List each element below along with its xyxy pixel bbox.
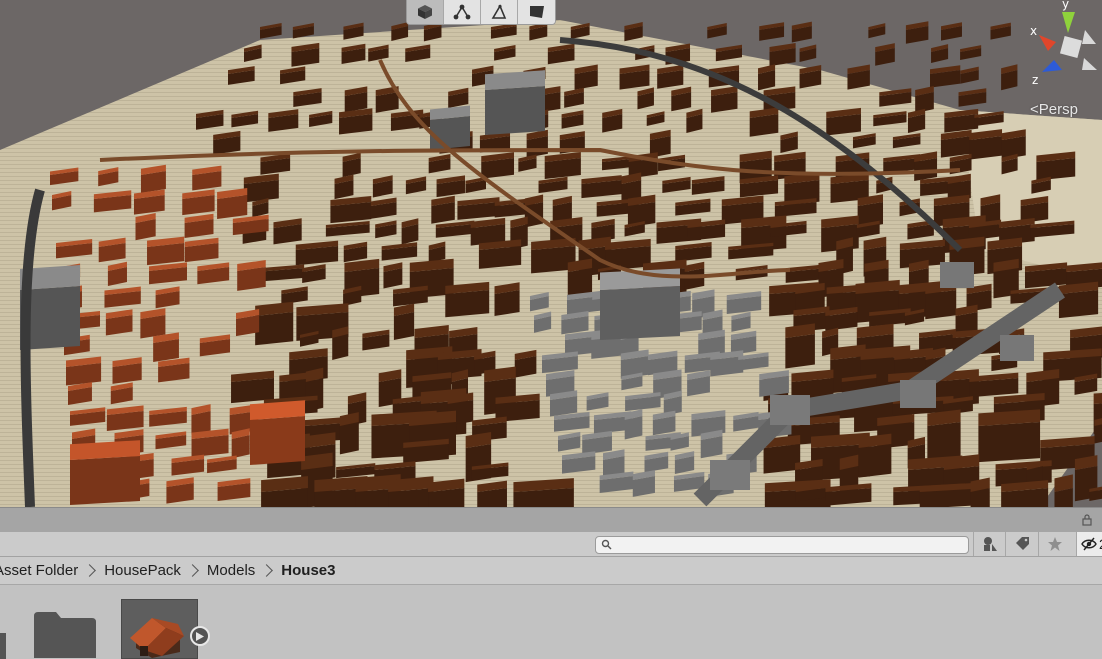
node-graph-button[interactable] [444, 0, 481, 24]
cube-mode-icon [418, 5, 432, 19]
filter-by-type-icon [983, 537, 997, 551]
gizmo-x-label: x [1030, 24, 1037, 38]
search-input[interactable] [616, 537, 961, 553]
project-toolbar: 2 [0, 532, 1102, 557]
expand-model-button[interactable] [190, 626, 210, 646]
breadcrumb-asset-folder[interactable]: Asset Folder [0, 562, 78, 579]
play-icon [196, 631, 204, 641]
search-field[interactable] [595, 536, 969, 554]
gizmo-center-cube[interactable] [1059, 35, 1083, 59]
hidden-packages-toggle[interactable]: 2 [1076, 532, 1102, 556]
flag-icon [529, 6, 544, 18]
gizmo-neg-x-cone[interactable] [1082, 30, 1096, 44]
folder-icon[interactable] [34, 612, 96, 658]
pen-tool-button[interactable] [481, 0, 518, 24]
project-window: 2 Asset Folder HousePack Models House3 [0, 507, 1102, 659]
asset-grid [0, 585, 1102, 659]
chevron-right-icon [83, 564, 97, 577]
search-by-label-button[interactable] [1005, 532, 1037, 556]
chevron-right-icon [186, 564, 199, 577]
scene-view[interactable]: y x z <Persp [0, 0, 1102, 507]
lock-icon[interactable] [1082, 514, 1092, 526]
camera-mode-text: Persp [1038, 101, 1078, 118]
flag-button[interactable] [518, 0, 555, 24]
gizmo-y-cone[interactable] [1062, 12, 1075, 33]
search-by-type-button[interactable] [973, 532, 1005, 556]
house-model-thumbnail [130, 618, 184, 658]
breadcrumb-models[interactable]: Models [207, 562, 255, 579]
search-icon [601, 539, 612, 550]
eye-slash-icon [1081, 537, 1097, 551]
gizmo-x-cone[interactable] [1039, 35, 1056, 51]
gizmo-y-label: y [1062, 0, 1069, 11]
favorites-button[interactable] [1038, 532, 1070, 556]
gizmo-neg-z-cone[interactable] [1082, 58, 1097, 70]
persp-label[interactable]: <Persp [1030, 101, 1078, 118]
gizmo-z-label: z [1032, 73, 1038, 87]
folder-icon[interactable] [0, 625, 6, 659]
house3-model-item[interactable] [121, 599, 198, 659]
pen-tool-icon [491, 4, 507, 19]
node-graph-icon [453, 4, 471, 20]
star-icon [1047, 537, 1062, 551]
tag-icon [1015, 537, 1029, 550]
cube-mode-button[interactable] [407, 0, 444, 24]
chevron-right-icon [260, 564, 274, 577]
gizmo-z-cone[interactable] [1042, 60, 1062, 72]
breadcrumb: Asset Folder HousePack Models House3 [0, 557, 1102, 585]
breadcrumb-housepack[interactable]: HousePack [104, 562, 181, 579]
breadcrumb-house3[interactable]: House3 [281, 562, 335, 579]
scene-toolbar [406, 0, 556, 25]
project-tab-bar [0, 507, 1102, 532]
city-scene[interactable] [0, 0, 1102, 507]
